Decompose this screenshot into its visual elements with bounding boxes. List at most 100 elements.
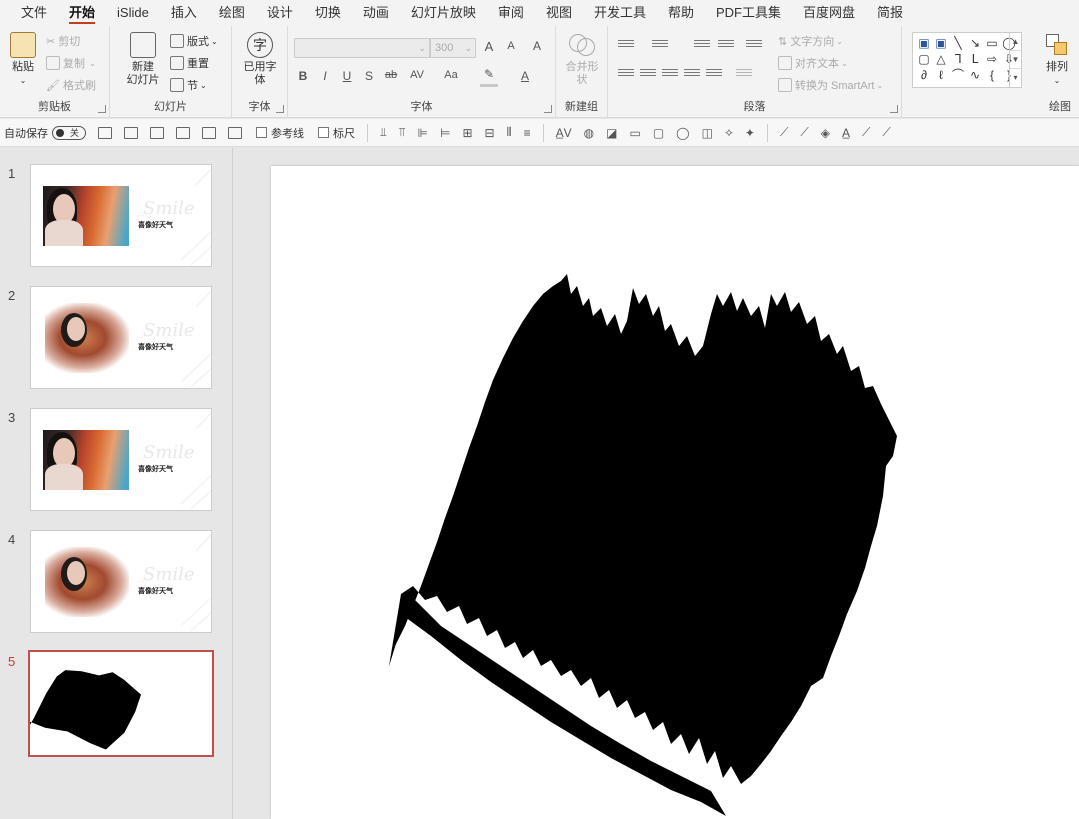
- smartart-button[interactable]: 转换为 SmartArt ⌄: [778, 77, 883, 93]
- rectangle-shape-icon[interactable]: ▭: [984, 36, 1000, 51]
- menu-tab-8[interactable]: 幻灯片放映: [400, 0, 487, 26]
- decrease-indent-icon[interactable]: [694, 40, 710, 52]
- eyedropper-icon[interactable]: ⟋: [780, 125, 788, 140]
- ruler-checkbox[interactable]: 标尺: [318, 125, 355, 141]
- brush-stroke-body[interactable]: [389, 274, 897, 784]
- menu-tab-1[interactable]: 开始: [58, 0, 106, 26]
- bold-button[interactable]: B: [294, 69, 312, 83]
- dialog-launcher-icon[interactable]: [544, 105, 552, 113]
- textbox-icon[interactable]: [124, 126, 138, 139]
- guides-checkbox[interactable]: 参考线: [256, 125, 304, 141]
- gallery-scrollbar[interactable]: ▲ ▼ ▾: [1009, 33, 1021, 87]
- align-top-icon[interactable]: ⫪: [399, 125, 406, 140]
- menu-tab-4[interactable]: 绘图: [208, 0, 256, 26]
- menu-tab-12[interactable]: 帮助: [657, 0, 705, 26]
- scribble-shape-icon[interactable]: ℓ: [933, 68, 949, 83]
- slide-thumbnail-3[interactable]: Smile · · · · 喜像好天气: [30, 408, 212, 511]
- merge-shapes-button[interactable]: 合并形 状: [560, 32, 604, 87]
- bullets-icon[interactable]: [618, 40, 634, 52]
- left-brace-shape-icon[interactable]: {: [984, 68, 1000, 83]
- rectangle-icon[interactable]: ▭: [629, 126, 640, 140]
- triangle-shape-icon[interactable]: △: [933, 52, 949, 67]
- fill-color-icon[interactable]: ◈: [821, 126, 830, 140]
- line-shape-icon[interactable]: ╲: [950, 36, 966, 51]
- distribute-vertical-icon[interactable]: ≡: [524, 126, 531, 140]
- send-backward-icon[interactable]: [228, 126, 242, 139]
- copy-button[interactable]: 复制 ⌄: [46, 55, 96, 71]
- columns-icon[interactable]: [736, 69, 752, 81]
- align-right-icon[interactable]: [662, 69, 678, 81]
- eyedropper-text-icon[interactable]: ⟋: [862, 125, 870, 140]
- paste-button[interactable]: 粘贴 ⌄: [6, 32, 40, 87]
- menu-tab-15[interactable]: 简报: [866, 0, 914, 26]
- new-slide-button[interactable]: 新建 幻灯片: [118, 32, 168, 87]
- align-center-icon[interactable]: [640, 69, 656, 81]
- arrange-button[interactable]: 排列 ⌄: [1040, 32, 1074, 87]
- font-size-select[interactable]: 300 ⌄: [430, 38, 476, 58]
- numbering-icon[interactable]: [652, 40, 668, 52]
- font-color-button[interactable]: A: [516, 69, 534, 83]
- align-right-obj-icon[interactable]: ⊨: [440, 126, 450, 140]
- grow-font-button[interactable]: A: [480, 39, 498, 54]
- menu-tab-10[interactable]: 视图: [535, 0, 583, 26]
- transparency-icon[interactable]: ⟡: [725, 125, 733, 140]
- elbow-connector-shape-icon[interactable]: ᒪ: [967, 52, 983, 67]
- right-arrow-shape-icon[interactable]: ⇨: [984, 52, 1000, 67]
- increase-indent-icon[interactable]: [718, 40, 734, 52]
- eyedropper-glow-icon[interactable]: ⟋: [882, 125, 890, 140]
- menu-tab-14[interactable]: 百度网盘: [792, 0, 866, 26]
- textbox-shape-icon[interactable]: ▣: [916, 36, 932, 51]
- shapes-gallery[interactable]: ▣ ▣ ╲ ↘ ▭ ◯ ▢ △ ᒣ ᒪ ⇨ ⇩ ∂ ℓ ⌒ ∿ { } ▲ ▼ …: [912, 32, 1022, 88]
- strikethrough-button[interactable]: ab: [382, 69, 400, 81]
- align-middle-obj-icon[interactable]: ⊟: [485, 126, 495, 140]
- menu-tab-13[interactable]: PDF工具集: [705, 0, 792, 26]
- shrink-font-button[interactable]: A: [502, 40, 520, 52]
- font-name-select[interactable]: ⌄: [294, 38, 430, 58]
- italic-button[interactable]: I: [316, 69, 334, 83]
- shape-fill-icon[interactable]: ◪: [606, 126, 617, 140]
- distributed-icon[interactable]: [706, 69, 722, 81]
- dialog-launcher-icon[interactable]: [98, 105, 106, 113]
- menu-tab-7[interactable]: 动画: [352, 0, 400, 26]
- gallery-more-icon[interactable]: ▾: [1010, 69, 1021, 87]
- change-case-button[interactable]: Aa: [438, 69, 464, 81]
- shadow-button[interactable]: S: [360, 69, 378, 83]
- arc-shape-icon[interactable]: ⌒: [950, 68, 966, 83]
- curve-shape-icon[interactable]: ∿: [967, 68, 983, 83]
- align-text-button[interactable]: 对齐文本 ⌄: [778, 55, 848, 71]
- arrow-line-shape-icon[interactable]: ↘: [967, 36, 983, 51]
- slide-canvas[interactable]: [271, 166, 1079, 819]
- menu-tab-2[interactable]: iSlide: [106, 0, 160, 26]
- align-center-obj-icon[interactable]: ⊞: [462, 126, 472, 140]
- used-fonts-button[interactable]: 字 已用字 体: [238, 32, 282, 87]
- slide-icon[interactable]: [98, 126, 112, 139]
- menu-tab-0[interactable]: 文件: [10, 0, 58, 26]
- eyedropper-outline-icon[interactable]: ⟋: [800, 125, 808, 140]
- menu-tab-5[interactable]: 设计: [256, 0, 304, 26]
- ungroup-icon[interactable]: [176, 126, 190, 139]
- align-left-obj-icon[interactable]: ⊫: [418, 126, 428, 140]
- char-spacing-icon[interactable]: A̲V: [556, 126, 572, 140]
- dialog-launcher-icon[interactable]: [276, 105, 284, 113]
- slide-thumbnail-1[interactable]: Smile · · · · 喜像好天气: [30, 164, 212, 267]
- slide-thumbnail-4[interactable]: Smile · · · · 喜像好天气: [30, 530, 212, 633]
- menu-tab-3[interactable]: 插入: [160, 0, 208, 26]
- effects-icon[interactable]: ✦: [745, 126, 755, 140]
- freeform-shape-icon[interactable]: ∂: [916, 68, 932, 83]
- format-painter-button[interactable]: 🖌 格式刷: [46, 77, 96, 93]
- distribute-horizontal-icon[interactable]: ⫴: [507, 125, 512, 140]
- slide-thumbnail-2[interactable]: Smile · · · · 喜像好天气: [30, 286, 212, 389]
- bring-forward-icon[interactable]: [202, 126, 216, 139]
- vertical-textbox-shape-icon[interactable]: ▣: [933, 36, 949, 51]
- menu-tab-6[interactable]: 切换: [304, 0, 352, 26]
- text-color-icon[interactable]: A̲: [842, 126, 850, 140]
- char-spacing-button[interactable]: AV: [406, 69, 428, 81]
- underline-button[interactable]: U: [338, 69, 356, 83]
- slide-thumbnail-5[interactable]: [28, 650, 214, 757]
- group-icon[interactable]: [150, 126, 164, 139]
- align-left-icon[interactable]: [618, 69, 634, 81]
- highlight-icon[interactable]: ✎: [480, 67, 498, 81]
- fill-icon[interactable]: ◍: [584, 126, 594, 140]
- gallery-down-icon[interactable]: ▼: [1010, 51, 1021, 69]
- clear-format-button[interactable]: A: [528, 39, 546, 53]
